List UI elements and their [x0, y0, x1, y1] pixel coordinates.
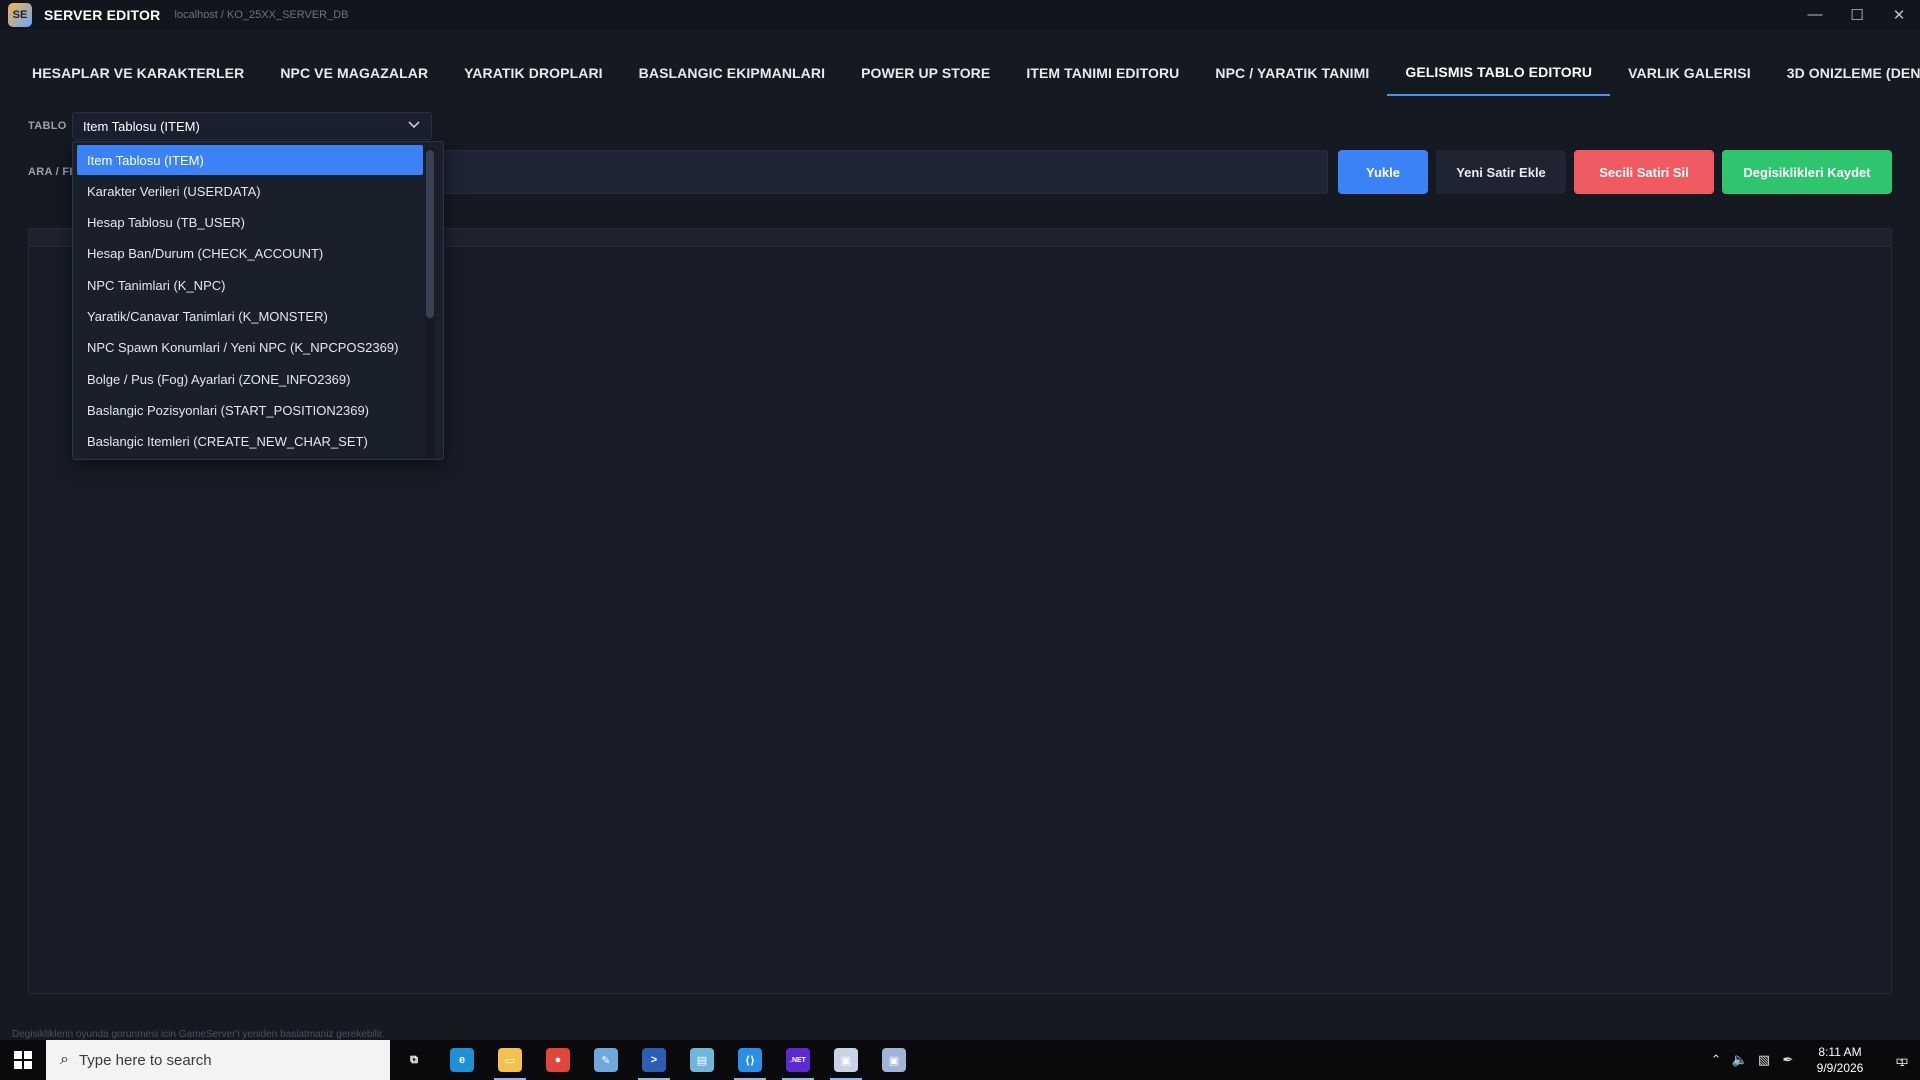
file-explorer-icon: ▭: [498, 1048, 522, 1072]
search-label: ARA / FI: [28, 166, 73, 178]
dropdown-option[interactable]: Hesap Tablosu (TB_USER): [77, 208, 423, 238]
chrome-taskbar-button[interactable]: ●: [534, 1040, 582, 1080]
dropdown-option[interactable]: NPC Spawn Konumlari / Yeni NPC (K_NPCPOS…: [77, 333, 423, 363]
task-view-icon: ⧉: [402, 1048, 426, 1072]
taskbar-apps: ⧉ e ▭ ● ✎ > ▤ ⟨⟩ .NET ▣ ▣: [390, 1040, 918, 1080]
tab-item-tanimi-editoru[interactable]: ITEM TANIMI EDITORU: [1008, 50, 1197, 96]
tab-npc-ve-magazalar[interactable]: NPC VE MAGAZALAR: [262, 50, 446, 96]
chevron-up-icon[interactable]: ⌃: [1704, 1040, 1728, 1080]
tab-power-up-store[interactable]: POWER UP STORE: [843, 50, 1008, 96]
dropdown-scrollbar-thumb[interactable]: [426, 150, 434, 318]
app-icon-1: ▣: [834, 1048, 858, 1072]
search-icon: ⌕: [60, 1051, 69, 1068]
dropdown-option[interactable]: Hesap Ban/Durum (CHECK_ACCOUNT): [77, 239, 423, 269]
vscode-icon: ⟨⟩: [738, 1048, 762, 1072]
taskbar-search-placeholder: Type here to search: [78, 1051, 212, 1069]
dotnet-icon: .NET: [786, 1048, 810, 1072]
dropdown-option[interactable]: Item Tablosu (ITEM): [77, 145, 423, 175]
table-dropdown-list: Item Tablosu (ITEM) Karakter Verileri (US…: [72, 141, 444, 460]
edge-taskbar-button[interactable]: e: [438, 1040, 486, 1080]
taskbar: ⌕ Type here to search ⧉ e ▭ ● ✎ > ▤ ⟨⟩ .NET ▣ ▣ ⌃ 🔈…: [0, 1040, 1920, 1080]
load-button[interactable]: Yukle: [1338, 150, 1428, 194]
tab-gelismis-tablo-editoru[interactable]: GELISMIS TABLO EDITORU: [1387, 50, 1611, 96]
app-taskbar-button-2[interactable]: ▣: [870, 1040, 918, 1080]
tray-icons: ⌃ 🔈 ▧ ✒: [1704, 1040, 1800, 1080]
main-tabs: HESAPLAR VE KARAKTERLER NPC VE MAGAZALAR Y…: [14, 50, 1920, 96]
selected-table-text: Item Tablosu (ITEM): [83, 118, 200, 134]
notepad-icon: ▤: [690, 1048, 714, 1072]
tab-yaratik-droplari[interactable]: YARATIK DROPLARI: [446, 50, 621, 96]
paint-icon: ✎: [594, 1048, 618, 1072]
file-explorer-taskbar-button[interactable]: ▭: [486, 1040, 534, 1080]
powershell-taskbar-button[interactable]: >: [630, 1040, 678, 1080]
taskbar-search-input[interactable]: ⌕ Type here to search: [46, 1040, 390, 1080]
connection-string: localhost / KO_25XX_SERVER_DB: [174, 8, 349, 21]
dropdown-option[interactable]: Yaratik/Canavar Tanimlari (K_MONSTER): [77, 302, 423, 332]
dropdown-option[interactable]: Baslangic Pozisyonlari (START_POSITION23…: [77, 395, 423, 425]
title-bar: SE SERVER EDITOR localhost / KO_25XX_SER…: [0, 0, 1920, 29]
window-controls: — ☐ ✕: [1794, 0, 1920, 29]
dotnet-taskbar-button[interactable]: .NET: [774, 1040, 822, 1080]
maximize-button[interactable]: ☐: [1836, 0, 1878, 29]
table-select[interactable]: Item Tablosu (ITEM): [72, 112, 432, 140]
tab-baslangic-ekipmanlari[interactable]: BASLANGIC EKIPMANLARI: [621, 50, 843, 96]
network-icon[interactable]: ▧: [1752, 1040, 1776, 1080]
tab-3d-onizleme-deneysel[interactable]: 3D ONIZLEME (DENEYSEL): [1769, 50, 1920, 96]
add-row-button[interactable]: Yeni Satir Ekle: [1436, 150, 1566, 194]
powershell-icon: >: [642, 1048, 666, 1072]
dropdown-option[interactable]: Bolge / Pus (Fog) Ayarlari (ZONE_INFO236…: [77, 364, 423, 394]
dropdown-option[interactable]: NPC Tanimlari (K_NPC): [77, 270, 423, 300]
system-tray: ⌃ 🔈 ▧ ✒ 8:11 AM 9/9/2026 ▭ 1: [1704, 1040, 1920, 1080]
chevron-down-icon[interactable]: [407, 117, 421, 134]
tab-npc-yaratik-tanimi[interactable]: NPC / YARATIK TANIMI: [1197, 50, 1387, 96]
edge-icon: e: [450, 1048, 474, 1072]
save-changes-button[interactable]: Degisiklikleri Kaydet: [1722, 150, 1892, 194]
dropdown-option[interactable]: Baslangic Itemleri (CREATE_NEW_CHAR_SET): [77, 427, 423, 457]
clock[interactable]: 8:11 AM 9/9/2026: [1800, 1044, 1880, 1076]
app-icon-2: ▣: [882, 1048, 906, 1072]
vscode-taskbar-button[interactable]: ⟨⟩: [726, 1040, 774, 1080]
app-title: SERVER EDITOR: [44, 6, 161, 23]
notification-count: 1: [1899, 1058, 1905, 1068]
chrome-icon: ●: [546, 1048, 570, 1072]
tab-hesaplar-ve-karakterler[interactable]: HESAPLAR VE KARAKTERLER: [14, 50, 262, 96]
start-button[interactable]: [0, 1040, 46, 1080]
windows-icon: [14, 1051, 32, 1069]
notifications-button[interactable]: ▭ 1: [1880, 1040, 1920, 1080]
table-label: TABLO: [28, 120, 67, 132]
app-logo: SE: [8, 2, 32, 27]
footer-note: Degisikliklerin oyunda gorunmesi icin Ga…: [12, 1029, 385, 1040]
app-taskbar-button-1[interactable]: ▣: [822, 1040, 870, 1080]
clock-date: 9/9/2026: [1816, 1061, 1864, 1075]
task-view-taskbar-button[interactable]: ⧉: [390, 1040, 438, 1080]
clock-time: 8:11 AM: [1818, 1045, 1862, 1059]
dropdown-option[interactable]: Karakter Verileri (USERDATA): [77, 176, 423, 206]
delete-row-button[interactable]: Secili Satiri Sil: [1574, 150, 1714, 194]
minimize-button[interactable]: —: [1794, 0, 1836, 29]
volume-muted-icon[interactable]: 🔈: [1728, 1040, 1752, 1080]
pen-icon[interactable]: ✒: [1776, 1040, 1800, 1080]
close-button[interactable]: ✕: [1878, 0, 1920, 29]
tab-varlik-galerisi[interactable]: VARLIK GALERISI: [1610, 50, 1769, 96]
notepad-taskbar-button[interactable]: ▤: [678, 1040, 726, 1080]
paint-taskbar-button[interactable]: ✎: [582, 1040, 630, 1080]
